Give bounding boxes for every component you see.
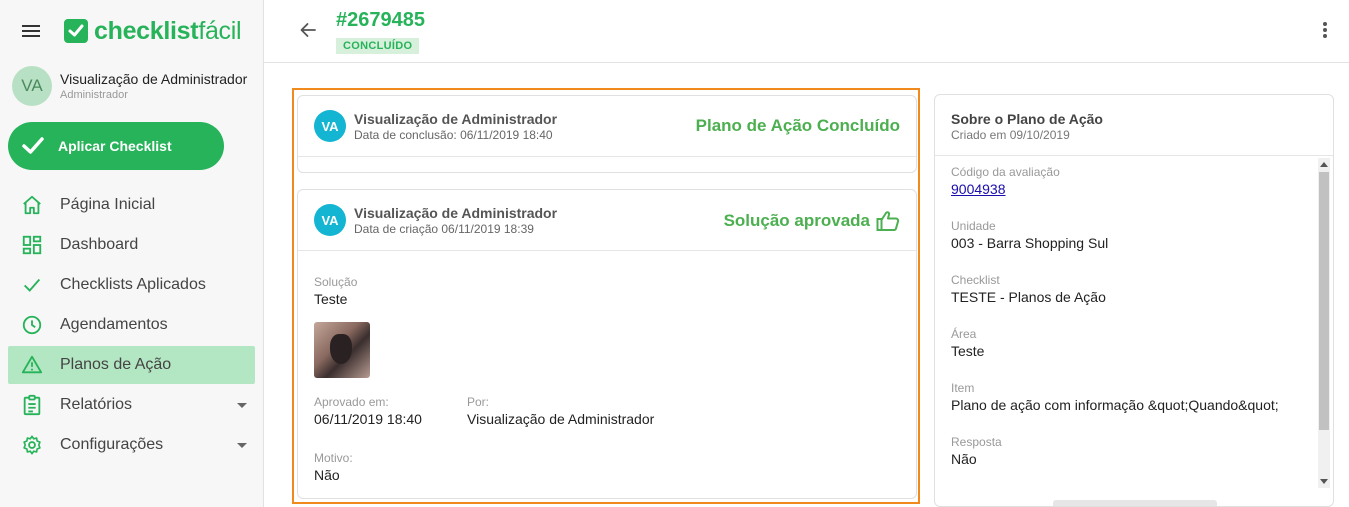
sidebar-item-label: Dashboard xyxy=(60,236,139,253)
sidebar-item-home[interactable]: Página Inicial xyxy=(8,186,255,224)
field-value: Teste xyxy=(951,343,985,359)
reason-value: Não xyxy=(314,467,340,483)
logo-text: checklistfácil xyxy=(94,16,242,45)
clock-icon xyxy=(20,313,44,337)
app-logo[interactable]: checklistfácil xyxy=(64,16,242,46)
user-role: Administrador xyxy=(60,89,128,101)
info-field: Item Plano de ação com informação &quot;… xyxy=(951,381,1303,413)
sidebar-item-reports[interactable]: Relatórios xyxy=(8,386,255,424)
avatar: VA xyxy=(314,110,346,142)
gear-icon xyxy=(20,433,44,457)
card-date: Data de criação 06/11/2019 18:39 xyxy=(354,221,534,236)
field-label: Resposta xyxy=(951,435,1002,449)
user-profile[interactable]: VA Visualização de Administrador Adminis… xyxy=(12,66,247,106)
info-field: Checklist TESTE - Planos de Ação xyxy=(951,273,1303,305)
page-title: #2679485 xyxy=(336,9,425,31)
scrollbar-thumb[interactable] xyxy=(1319,172,1329,430)
status-badge: CONCLUÍDO xyxy=(336,38,420,54)
reason-label: Motivo: xyxy=(314,451,353,465)
panel-scrollbar[interactable] xyxy=(1318,158,1330,488)
chevron-down-icon[interactable] xyxy=(237,443,247,448)
logo-check-icon xyxy=(64,19,88,43)
info-field: Código da avaliação 9004938 xyxy=(951,165,1303,197)
field-label: Unidade xyxy=(951,219,996,233)
report-icon xyxy=(20,393,44,417)
info-field: Área Teste xyxy=(951,327,1303,359)
more-vert-icon[interactable] xyxy=(1323,22,1327,40)
sidebar-nav: Página Inicial Dashboard Checklists Apli… xyxy=(8,186,255,466)
panel-footer-handle xyxy=(1053,500,1217,506)
warning-icon xyxy=(20,353,44,377)
thumbs-up-icon xyxy=(876,211,900,231)
sidebar-item-label: Planos de Ação xyxy=(60,356,172,373)
check-icon xyxy=(22,137,44,154)
sidebar-item-label: Configurações xyxy=(60,436,164,453)
check-icon xyxy=(20,273,44,297)
sidebar-item-settings[interactable]: Configurações xyxy=(8,426,255,464)
home-icon xyxy=(20,193,44,217)
back-arrow-icon[interactable] xyxy=(298,20,318,45)
card-date: Data de conclusão: 06/11/2019 18:40 xyxy=(354,127,553,142)
apply-checklist-label: Aplicar Checklist xyxy=(58,138,172,154)
field-label: Área xyxy=(951,327,977,341)
user-name: Visualização de Administrador xyxy=(60,71,248,87)
sidebar-item-checklists[interactable]: Checklists Aplicados xyxy=(8,266,255,304)
chevron-down-icon[interactable] xyxy=(237,403,247,408)
card-user-name: Visualização de Administrador xyxy=(354,204,558,221)
sidebar-item-label: Checklists Aplicados xyxy=(60,276,206,293)
sidebar-item-label: Página Inicial xyxy=(60,196,156,213)
sidebar-item-action-plans[interactable]: Planos de Ação xyxy=(8,346,255,384)
approved-by-label: Por: xyxy=(467,395,490,409)
field-value: TESTE - Planos de Ação xyxy=(951,289,1106,305)
solution-value: Teste xyxy=(314,291,348,307)
approved-value: 06/11/2019 18:40 xyxy=(314,411,422,427)
sidebar-item-schedules[interactable]: Agendamentos xyxy=(8,306,255,344)
info-field: Unidade 003 - Barra Shopping Sul xyxy=(951,219,1303,251)
action-plan-history: VA Visualização de Administrador Data de… xyxy=(292,88,920,504)
avatar: VA xyxy=(12,66,52,106)
field-label: Código da avaliação xyxy=(951,165,1060,179)
field-label: Checklist xyxy=(951,273,1000,287)
dashboard-icon xyxy=(20,233,44,257)
hamburger-menu-icon[interactable] xyxy=(22,22,42,42)
solution-card: VA Visualização de Administrador Data de… xyxy=(297,189,917,499)
apply-checklist-button[interactable]: Aplicar Checklist xyxy=(8,122,224,170)
evaluation-code-link[interactable]: 9004938 xyxy=(951,181,1303,197)
info-field: Resposta Não xyxy=(951,435,1303,467)
card-status: Solução aprovada xyxy=(724,210,900,232)
panel-title: Sobre o Plano de Ação xyxy=(951,111,1103,127)
avatar: VA xyxy=(314,204,346,236)
solution-label: Solução xyxy=(314,275,358,289)
field-value: Não xyxy=(951,451,977,467)
field-value: 003 - Barra Shopping Sul xyxy=(951,235,1109,251)
page-header: #2679485 CONCLUÍDO xyxy=(264,0,1349,63)
sidebar: checklistfácil VA Visualização de Admini… xyxy=(0,0,264,507)
card-user-name: Visualização de Administrador xyxy=(354,110,558,127)
solution-photo-thumbnail[interactable] xyxy=(314,322,370,378)
sidebar-item-label: Relatórios xyxy=(60,396,133,413)
scroll-up-arrow-icon[interactable] xyxy=(1320,162,1328,167)
approved-by-value: Visualização de Administrador xyxy=(467,411,655,427)
sidebar-item-dashboard[interactable]: Dashboard xyxy=(8,226,255,264)
panel-body: Código da avaliação 9004938 Unidade 003 … xyxy=(935,157,1319,487)
field-label: Item xyxy=(951,381,975,395)
completion-card: VA Visualização de Administrador Data de… xyxy=(297,95,917,173)
field-value: Plano de ação com informação &quot;Quand… xyxy=(951,397,1279,413)
scroll-down-arrow-icon[interactable] xyxy=(1320,479,1328,484)
card-status: Plano de Ação Concluído xyxy=(695,116,900,135)
panel-subtitle: Criado em 09/10/2019 xyxy=(951,128,1070,142)
sidebar-item-label: Agendamentos xyxy=(60,316,168,333)
action-plan-info-panel: Sobre o Plano de Ação Criado em 09/10/20… xyxy=(934,94,1334,507)
approved-label: Aprovado em: xyxy=(314,395,389,409)
